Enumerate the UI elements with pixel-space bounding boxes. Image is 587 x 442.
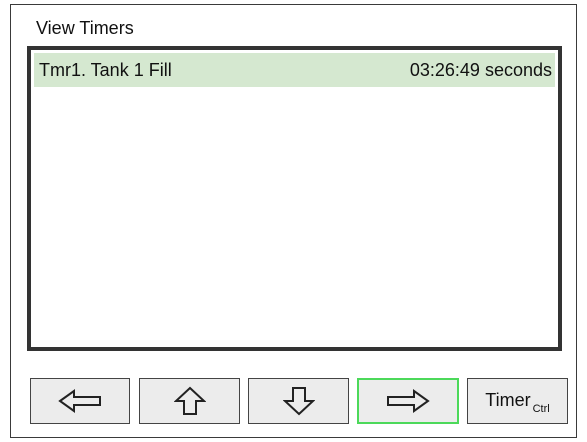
right-arrow-button[interactable] [357, 378, 459, 424]
page-title: View Timers [36, 18, 134, 38]
timer-ctrl-label: Timer Ctrl [485, 389, 550, 415]
timer-list-panel: Tmr1. Tank 1 Fill 03:26:49 seconds [27, 46, 562, 351]
arrow-up-icon [173, 386, 206, 415]
timer-ctrl-button[interactable]: Timer Ctrl [467, 378, 568, 424]
arrow-left-icon [58, 389, 101, 413]
timer-ctrl-subscript: Ctrl [532, 402, 550, 415]
timer-name: Tmr1. Tank 1 Fill [39, 60, 172, 80]
up-arrow-button[interactable] [139, 378, 240, 424]
arrow-right-icon [387, 389, 430, 413]
arrow-down-icon [282, 387, 315, 416]
timer-label-text: Timer [485, 389, 531, 410]
down-arrow-button[interactable] [248, 378, 349, 424]
left-arrow-button[interactable] [30, 378, 130, 424]
timer-row[interactable]: Tmr1. Tank 1 Fill 03:26:49 seconds [34, 53, 555, 87]
timer-value: 03:26:49 seconds [409, 60, 552, 80]
